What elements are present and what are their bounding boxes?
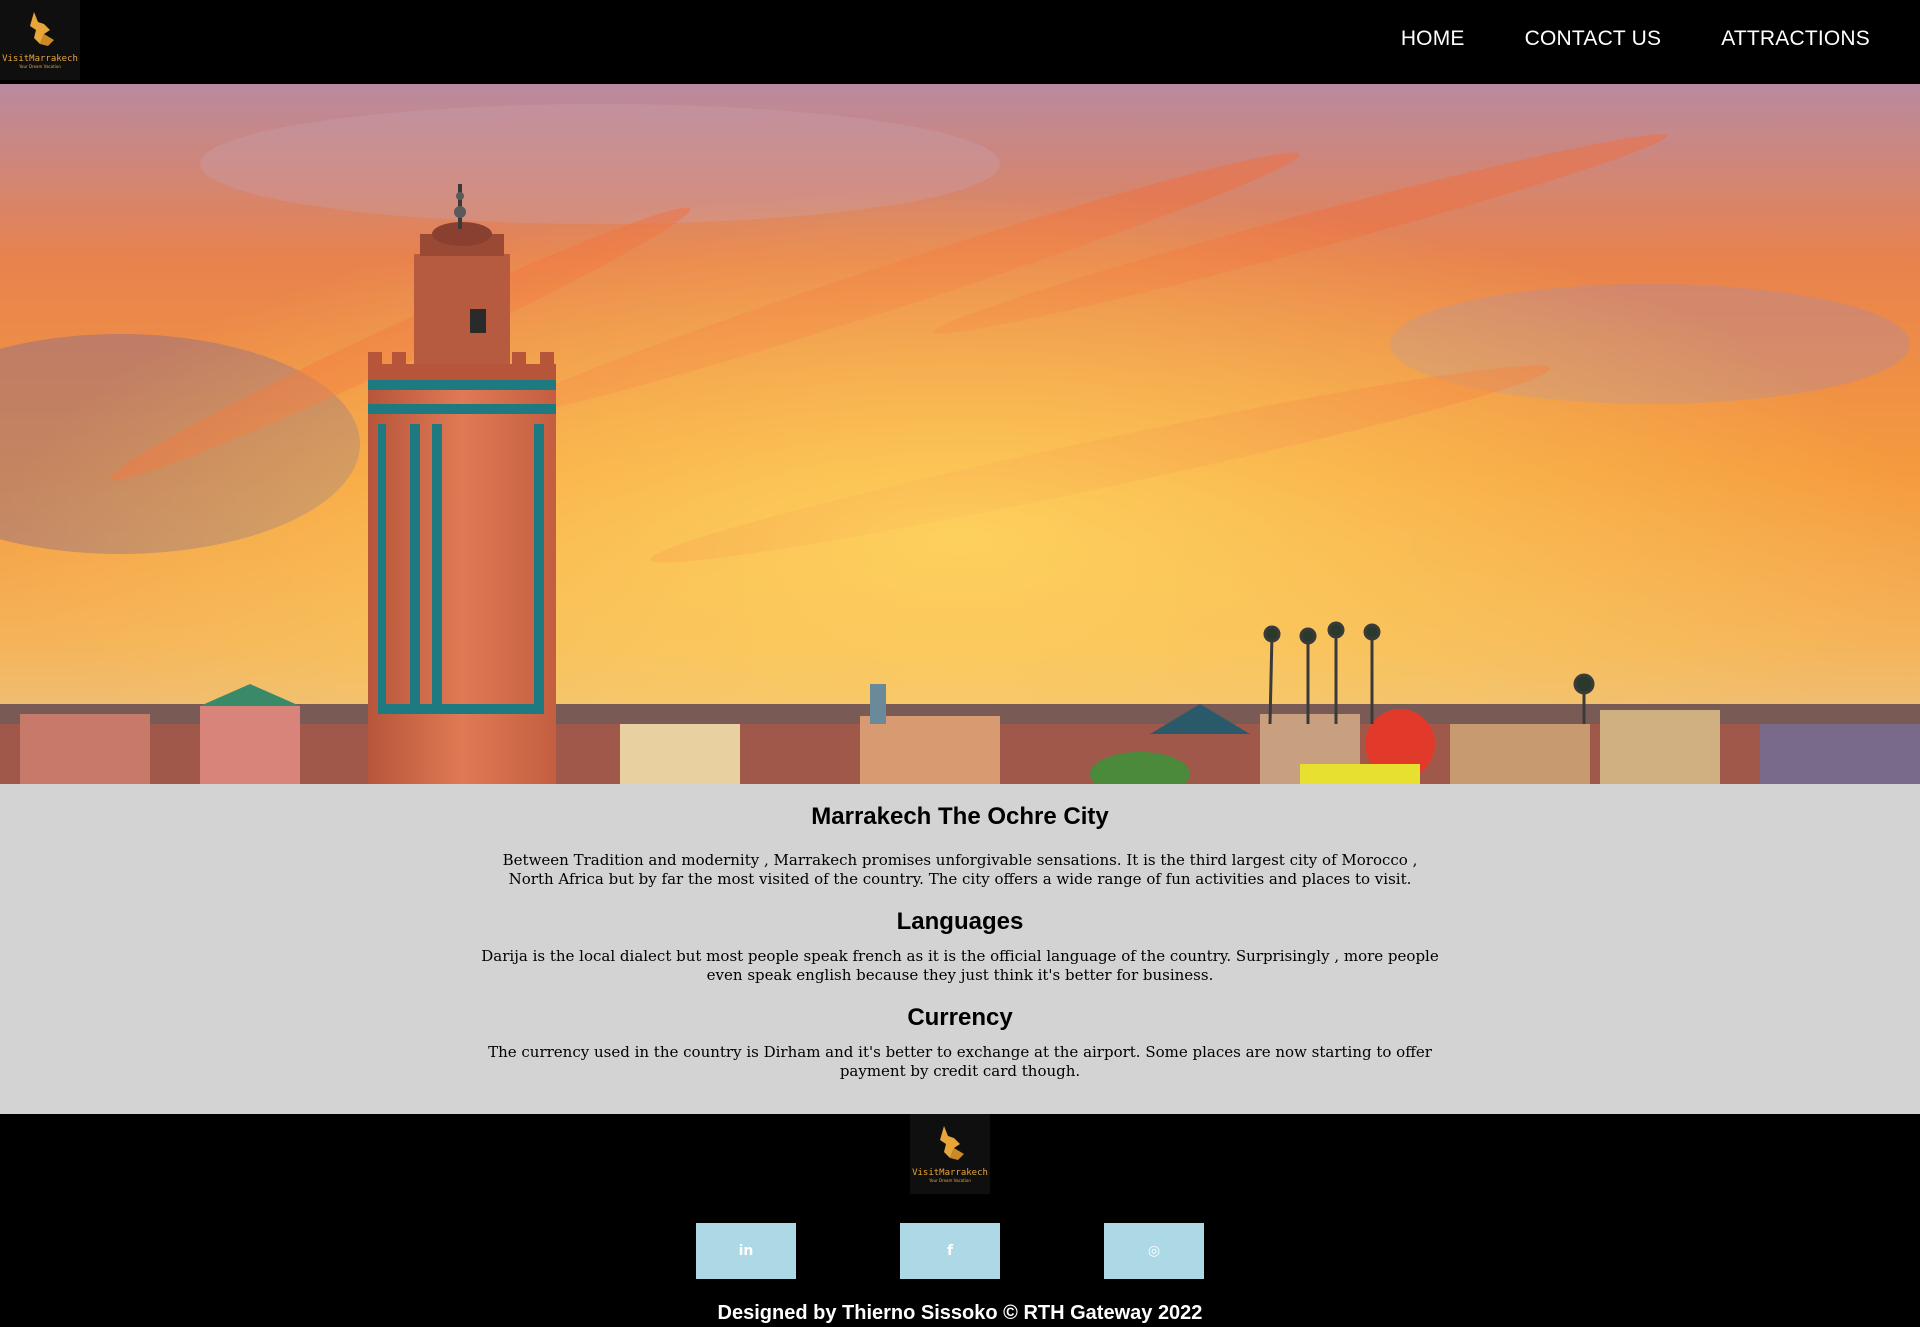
svg-text:VisitMarrakech: VisitMarrakech (912, 1168, 988, 1178)
languages-heading: Languages (896, 908, 1024, 935)
svg-text:VisitMarrakech: VisitMarrakech (2, 54, 78, 64)
footer-credit: Designed by Thierno Sissoko © RTH Gatewa… (717, 1302, 1203, 1324)
logo-image: VisitMarrakech Your Dream Vacation (0, 0, 80, 80)
nav-attractions-link[interactable]: ATTRACTIONS (1721, 27, 1870, 51)
svg-text:Your Dream Vacation: Your Dream Vacation (928, 1178, 971, 1183)
facebook-icon: f (946, 1243, 954, 1259)
svg-text:Your Dream Vacation: Your Dream Vacation (18, 64, 61, 69)
social-links: in f ◎ (0, 1223, 1920, 1279)
intro-paragraph: Between Tradition and modernity , Marrak… (502, 851, 1418, 888)
languages-paragraph: Darija is the local dialect but most peo… (481, 947, 1439, 984)
site-logo[interactable]: VisitMarrakech Your Dream Vacation (0, 0, 80, 80)
marrakech-skyline-illustration (0, 84, 1920, 784)
linkedin-button[interactable]: in (696, 1223, 796, 1279)
main-content: Marrakech The Ochre City Between Traditi… (0, 784, 1920, 1114)
facebook-button[interactable]: f (900, 1223, 1000, 1279)
instagram-button[interactable]: ◎ (1104, 1223, 1204, 1279)
currency-paragraph: The currency used in the country is Dirh… (488, 1043, 1432, 1080)
nav-home-link[interactable]: HOME (1401, 27, 1465, 51)
main-nav: HOME CONTACT US ATTRACTIONS (1341, 0, 1870, 78)
site-footer: VisitMarrakech Your Dream Vacation in f … (0, 1114, 1920, 1327)
linkedin-icon: in (738, 1243, 754, 1259)
page-title: Marrakech The Ochre City (811, 803, 1109, 830)
footer-logo[interactable]: VisitMarrakech Your Dream Vacation (910, 1114, 990, 1194)
footer-logo-image: VisitMarrakech Your Dream Vacation (910, 1114, 990, 1194)
nav-contact-link[interactable]: CONTACT US (1525, 27, 1662, 51)
hero-image (0, 84, 1920, 784)
currency-heading: Currency (907, 1004, 1013, 1031)
instagram-icon: ◎ (1147, 1243, 1161, 1259)
site-header: VisitMarrakech Your Dream Vacation HOME … (0, 0, 1920, 84)
